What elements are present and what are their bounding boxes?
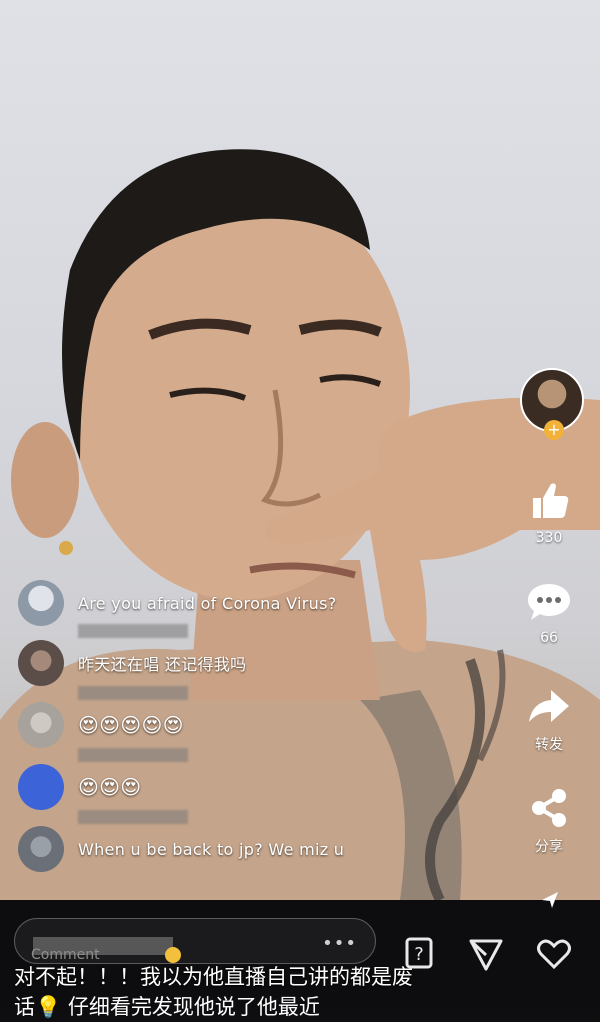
thumbs-up-icon: [533, 483, 569, 518]
share-button[interactable]: 分享: [518, 786, 580, 856]
username-blur: [78, 624, 188, 638]
forward-button[interactable]: 转发: [518, 684, 580, 754]
like-button[interactable]: 330: [518, 476, 580, 546]
coin-icon: [165, 947, 181, 963]
comment-placeholder: Comment: [31, 947, 100, 963]
comment-input[interactable]: Comment •••: [14, 918, 376, 964]
share-label: 分享: [535, 839, 563, 855]
follow-plus-icon[interactable]: +: [544, 420, 564, 440]
comment-item[interactable]: 😍😍😍😍😍: [18, 686, 188, 748]
share-arrow-icon: [529, 690, 569, 722]
avatar[interactable]: [18, 702, 64, 748]
comment-text: 昨天还在唱 还记得我吗: [78, 655, 247, 674]
comment-text: Are you afraid of Corona Virus?: [78, 593, 337, 613]
caption-line-2: 话💡 仔细看完发现他说了他最近: [14, 995, 320, 1019]
avatar[interactable]: [18, 826, 64, 872]
comment-button[interactable]: 66: [518, 580, 580, 646]
comment-count: 66: [540, 630, 558, 646]
share-nodes-icon: [532, 789, 566, 827]
more-dots-icon[interactable]: •••: [322, 933, 357, 954]
speech-bubble-icon: [528, 584, 570, 620]
comment-text: When u be back to jp? We miz u: [78, 839, 345, 859]
comment-item[interactable]: When u be back to jp? We miz u: [18, 810, 345, 872]
username-blur: [78, 810, 188, 824]
streamer-avatar[interactable]: +: [520, 368, 584, 440]
comment-item[interactable]: 😍😍😍: [18, 748, 188, 810]
avatar[interactable]: [18, 580, 64, 626]
avatar[interactable]: [18, 764, 64, 810]
comment-text: 😍😍😍😍😍: [78, 713, 184, 737]
forward-label: 转发: [535, 737, 563, 753]
caption-line-1: 对不起！！！我以为他直播自己讲的都是废: [14, 965, 413, 989]
comment-item[interactable]: 昨天还在唱 还记得我吗: [18, 624, 247, 686]
send-small-icon[interactable]: [540, 890, 560, 910]
like-count: 330: [535, 530, 563, 546]
username-blur: [78, 748, 188, 762]
avatar[interactable]: [18, 640, 64, 686]
comment-text: 😍😍😍: [78, 775, 142, 799]
comment-item[interactable]: Are you afraid of Corona Virus?: [18, 580, 337, 626]
username-blur: [78, 686, 188, 700]
